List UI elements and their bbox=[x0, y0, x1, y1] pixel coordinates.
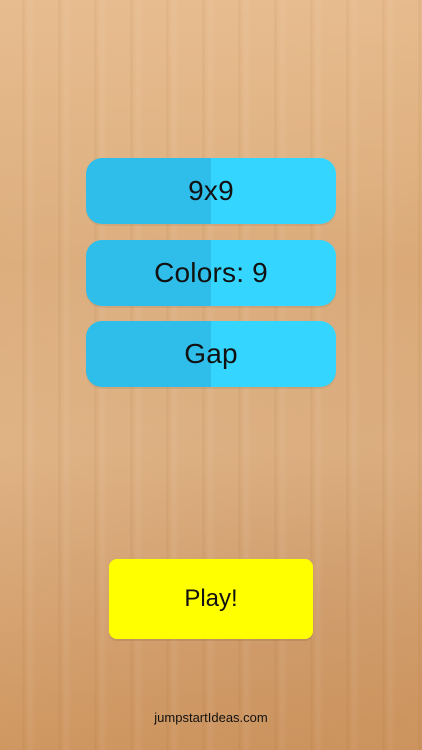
colors-button[interactable]: Colors: 9 bbox=[86, 240, 336, 306]
gap-button-label: Gap bbox=[184, 338, 238, 369]
board-size-button[interactable]: 9x9 bbox=[86, 158, 336, 224]
board-size-button-label: 9x9 bbox=[188, 175, 234, 206]
game-menu-screen: 9x9 Colors: 9 Gap Play! jumpstartIdeas.c… bbox=[0, 0, 422, 750]
gap-button[interactable]: Gap bbox=[86, 321, 336, 387]
colors-button-label: Colors: 9 bbox=[154, 257, 268, 288]
website-link[interactable]: jumpstartIdeas.com bbox=[0, 710, 422, 725]
play-button[interactable]: Play! bbox=[109, 559, 313, 639]
